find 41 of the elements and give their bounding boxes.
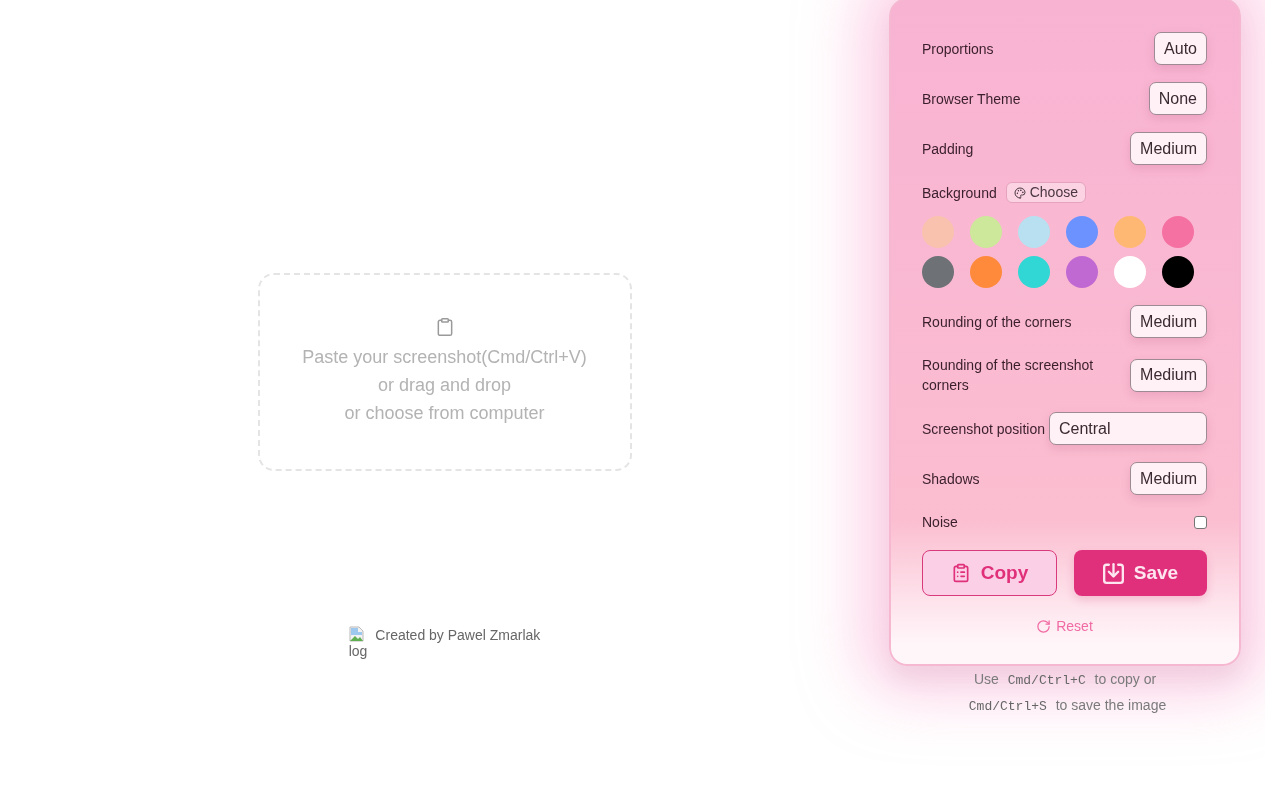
setting-label: Background [922, 183, 997, 203]
color-swatch-icon[interactable] [1018, 216, 1050, 248]
color-swatch-icon[interactable] [970, 216, 1002, 248]
shortcut-hint: Use Cmd/Ctrl+C to copy or Cmd/Ctrl+S to save the image [967, 670, 1168, 716]
instruction-text: Paste your screenshot(Cmd/Ctrl+V) [302, 346, 587, 369]
setting-label: Browser Theme [922, 89, 1022, 109]
dropdown[interactable]: Auto [1154, 32, 1207, 65]
color-swatch-icon[interactable] [922, 216, 954, 248]
dropdown[interactable]: None [1148, 82, 1207, 115]
download-icon [1102, 562, 1124, 584]
color-swatch-icon[interactable] [1162, 216, 1194, 248]
palette-icon [1013, 186, 1026, 199]
color-swatch-icon[interactable] [970, 256, 1002, 288]
broken-image-icon [348, 626, 365, 642]
instruction-text: or choose from computer [344, 402, 545, 425]
choose-button[interactable]: Choose [1005, 182, 1086, 203]
credit-text: Created by Pawel Zmarlak [375, 626, 541, 644]
setting-label: Noise [922, 513, 958, 532]
color-swatch-icon[interactable] [1162, 256, 1194, 288]
setting-label: Screenshot position [922, 419, 1045, 439]
setting-label: Padding [922, 139, 975, 159]
rotate-icon [1036, 618, 1052, 634]
dropdown[interactable]: Central [1048, 412, 1207, 445]
dropdown[interactable]: Medium [1130, 305, 1207, 338]
color-swatch-icon[interactable] [1066, 216, 1098, 248]
save-button[interactable]: Save [1074, 550, 1207, 596]
setting-label: Proportions [922, 39, 995, 59]
dropdown[interactable]: Medium [1130, 358, 1207, 392]
setting-label: Shadows [922, 469, 981, 489]
checkbox[interactable] [1194, 515, 1207, 529]
color-swatch-icon[interactable] [1114, 216, 1146, 248]
setting-label: Rounding of the corners [922, 312, 1073, 332]
color-swatch-icon[interactable] [1114, 256, 1146, 288]
dropdown[interactable]: Medium [1130, 462, 1207, 495]
color-swatch-icon[interactable] [922, 256, 954, 288]
dropdown[interactable]: Medium [1130, 132, 1207, 165]
setting-label: Rounding of the screenshot corners [922, 356, 1095, 395]
instruction-text: or drag and drop [377, 374, 512, 397]
color-swatch-icon[interactable] [1066, 256, 1098, 288]
color-swatch-icon[interactable] [1018, 256, 1050, 288]
image-alt-text: log [348, 642, 368, 660]
